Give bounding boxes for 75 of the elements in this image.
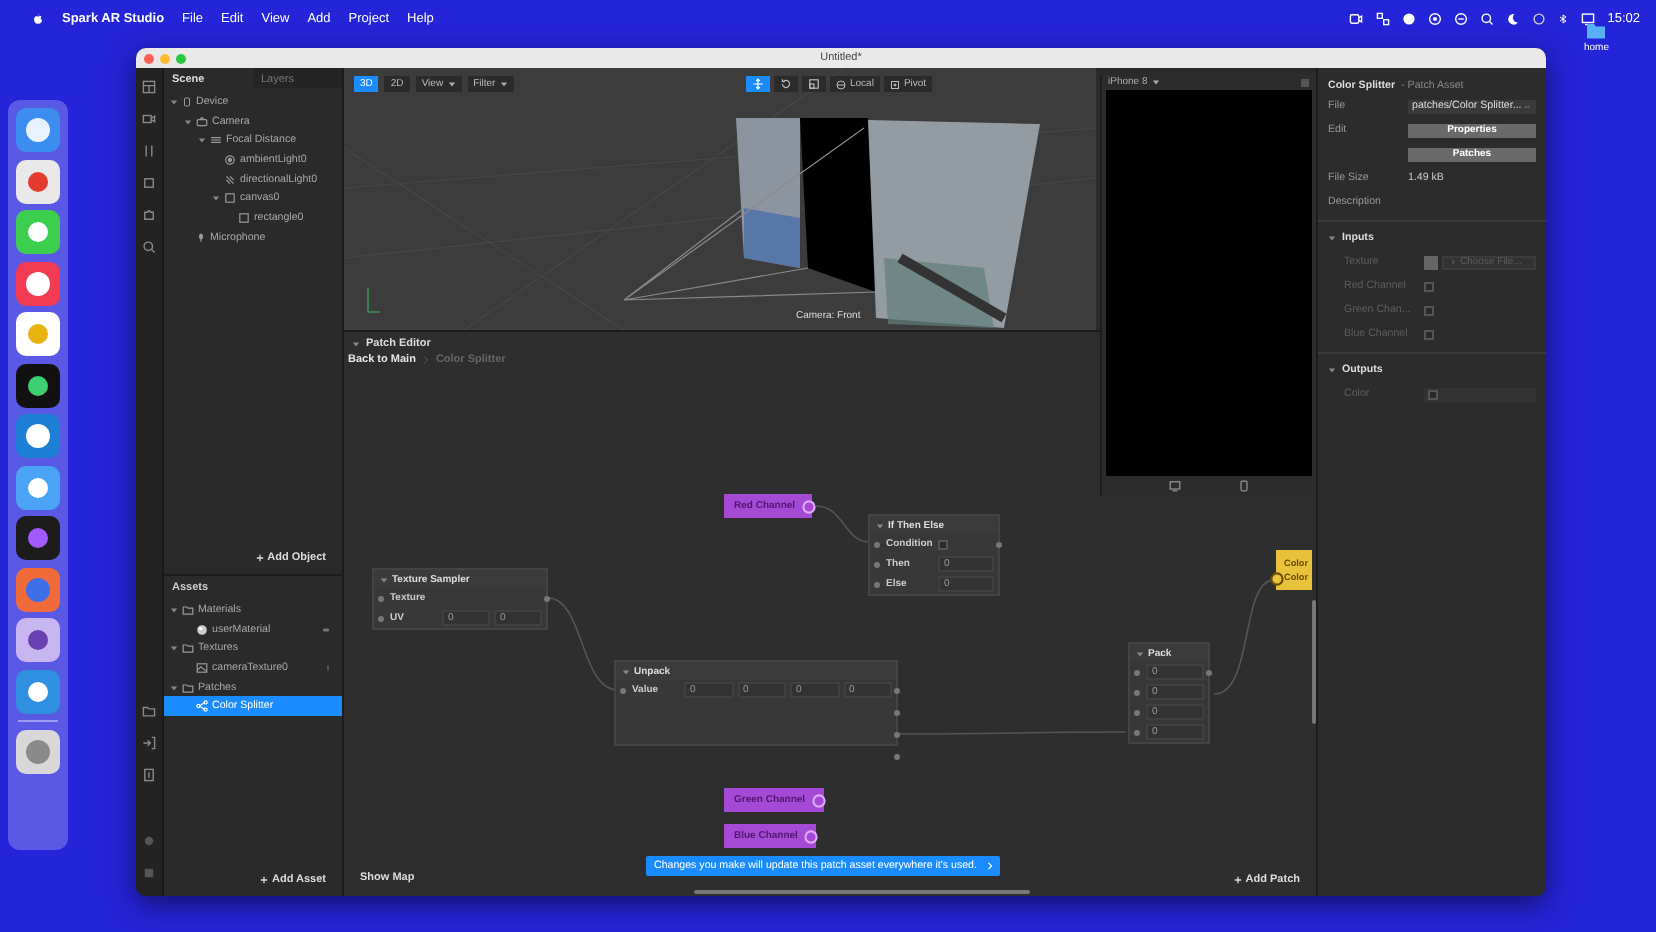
grid-icon[interactable] <box>1375 11 1390 25</box>
rotate-icon <box>780 78 792 90</box>
search-icon[interactable] <box>142 240 156 254</box>
folder-icon <box>182 681 194 694</box>
video-icon[interactable] <box>1347 11 1364 25</box>
app-icon[interactable] <box>16 312 60 356</box>
caret-icon[interactable] <box>1328 366 1336 374</box>
caret-icon[interactable] <box>622 667 630 675</box>
close-button[interactable] <box>144 53 154 63</box>
caret-icon[interactable] <box>1328 234 1336 242</box>
app-icon[interactable] <box>16 516 60 560</box>
folder-icon <box>182 642 194 655</box>
connection-line <box>1213 579 1275 695</box>
app-icon[interactable] <box>16 210 60 254</box>
camera-icon <box>196 115 208 128</box>
port-icon[interactable] <box>811 793 826 807</box>
light-icon <box>224 173 236 186</box>
chevron-icon <box>1450 258 1456 266</box>
caret-icon[interactable] <box>352 340 360 348</box>
folder-icon[interactable] <box>1584 20 1609 40</box>
sphere-icon <box>196 623 208 636</box>
scale-icon <box>808 78 820 90</box>
node-icon <box>196 700 208 713</box>
port-icon[interactable] <box>803 829 818 843</box>
caret-icon[interactable] <box>380 575 388 583</box>
apple-icon[interactable] <box>32 11 44 25</box>
phone-icon[interactable] <box>1238 480 1250 492</box>
plane-icon <box>210 134 222 147</box>
display-icon[interactable] <box>1579 11 1596 25</box>
moon-icon[interactable] <box>1505 11 1520 25</box>
app-icon[interactable] <box>16 465 60 509</box>
folder-icon <box>182 603 194 616</box>
port-icon[interactable] <box>1270 572 1284 586</box>
square-icon <box>224 192 236 205</box>
app-icon[interactable] <box>16 108 60 152</box>
rotate-tool[interactable] <box>774 76 798 92</box>
app-icon[interactable] <box>16 363 60 407</box>
connection-line <box>815 505 871 543</box>
sun-icon <box>224 153 236 166</box>
caret-icon <box>499 80 508 88</box>
caret-icon[interactable] <box>876 521 884 529</box>
app-icon[interactable] <box>16 159 60 203</box>
folder-icon[interactable] <box>142 704 156 718</box>
pivot-icon <box>889 79 900 89</box>
layout-icon[interactable] <box>142 80 156 94</box>
scrollbar[interactable] <box>1312 600 1316 724</box>
circle-icon[interactable] <box>1531 11 1546 25</box>
phone-icon <box>182 95 192 108</box>
square-icon[interactable] <box>142 866 156 880</box>
square-icon <box>238 211 250 224</box>
caret-icon <box>447 80 456 88</box>
move-icon <box>752 78 764 90</box>
square-icon[interactable] <box>142 176 156 190</box>
checkbox[interactable] <box>938 539 948 549</box>
caret-icon <box>1151 78 1160 86</box>
globe-icon <box>836 79 846 89</box>
plus-icon <box>260 876 268 884</box>
video-icon[interactable] <box>142 112 156 126</box>
connection-line <box>547 597 619 691</box>
circle-icon[interactable] <box>1401 11 1416 25</box>
caret-icon[interactable] <box>1136 649 1144 657</box>
export-icon[interactable] <box>142 768 156 782</box>
columns-icon[interactable] <box>142 144 156 158</box>
port-icon[interactable] <box>801 499 816 513</box>
puzzle-icon[interactable] <box>142 208 156 222</box>
scale-tool[interactable] <box>802 76 826 92</box>
app-icon[interactable] <box>16 669 60 713</box>
screen-icon[interactable] <box>1168 480 1182 492</box>
image-icon <box>196 661 208 674</box>
app-icon[interactable] <box>16 261 60 305</box>
plus-icon <box>255 554 264 562</box>
scrollbar[interactable] <box>694 890 1030 894</box>
app-icon[interactable] <box>16 414 60 458</box>
plus-icon <box>1233 876 1242 884</box>
import-icon[interactable] <box>142 736 156 750</box>
